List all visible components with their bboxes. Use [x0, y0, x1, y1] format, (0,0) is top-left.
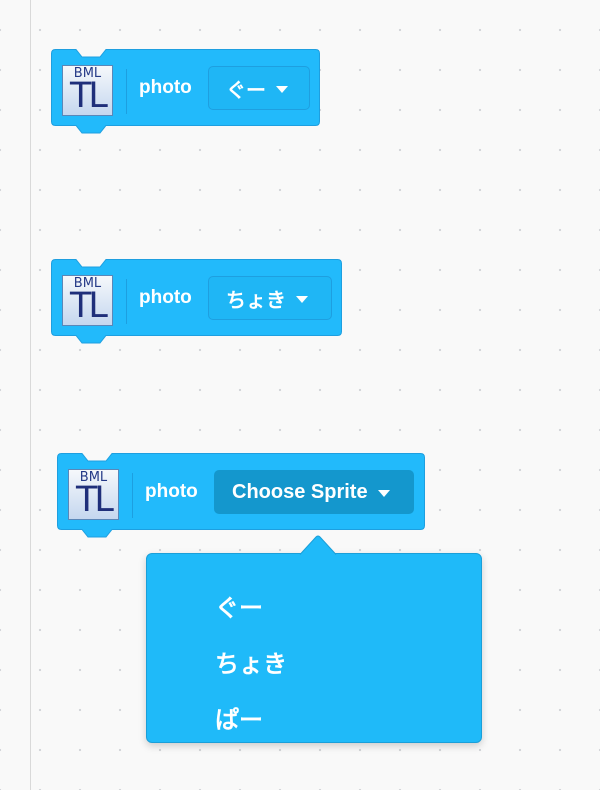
extension-icon: BML TL [62, 65, 113, 116]
icon-text-bottom: TL [70, 76, 108, 116]
block-divider [126, 69, 127, 114]
photo-block-2[interactable]: BML TL photo ちょき [51, 259, 343, 344]
block-divider [126, 279, 127, 324]
photo-block-1[interactable]: BML TL photo ぐー [51, 49, 321, 134]
extension-icon: BML TL [68, 469, 119, 520]
caret-down-icon [276, 85, 288, 93]
menu-item[interactable]: ちょき [215, 647, 307, 683]
extension-icon: BML TL [62, 275, 113, 326]
menu-item[interactable]: ぐー [215, 591, 283, 627]
menu-pointer [299, 535, 337, 557]
icon-text-bottom: TL [70, 286, 108, 326]
dropdown-value: ちょき [226, 289, 286, 312]
dropdown-menu: ぐー ちょき ぱー [146, 533, 482, 743]
sprite-dropdown[interactable]: ぐー [208, 66, 310, 110]
caret-down-icon [377, 489, 390, 497]
caret-down-icon [296, 295, 308, 303]
icon-text-bottom: TL [76, 480, 114, 520]
photo-block-3[interactable]: BML TL photo Choose Sprite [57, 453, 427, 538]
dropdown-value: Choose Sprite [232, 480, 368, 503]
sprite-dropdown[interactable]: ちょき [208, 276, 332, 320]
menu-item[interactable]: ぱー [215, 703, 283, 739]
block-label: photo [145, 481, 198, 502]
block-divider [132, 473, 133, 518]
workspace-edge [30, 0, 31, 790]
block-label: photo [139, 77, 192, 98]
dropdown-menu-panel: ぐー ちょき ぱー [146, 553, 482, 743]
sprite-dropdown-open[interactable]: Choose Sprite [214, 470, 414, 514]
block-label: photo [139, 287, 192, 308]
dropdown-value: ぐー [226, 79, 266, 102]
